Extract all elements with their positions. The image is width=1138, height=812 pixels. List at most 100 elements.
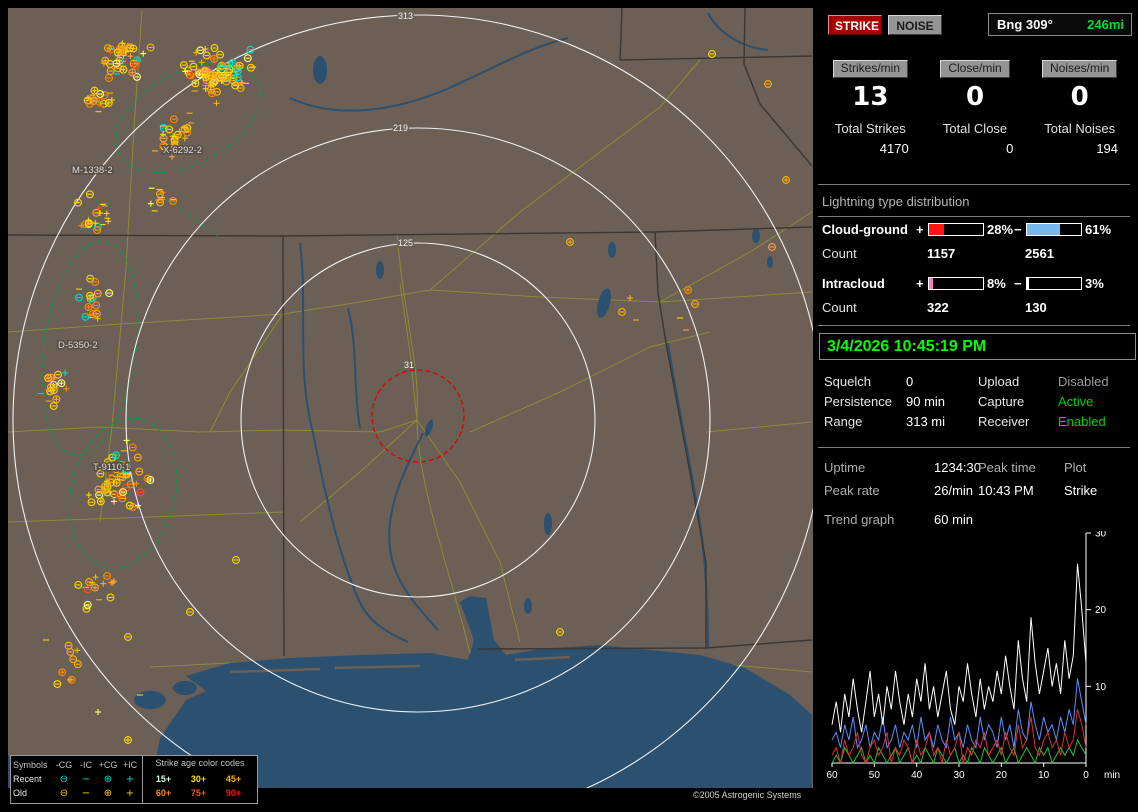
- bearing-label: Bng 309°: [997, 17, 1053, 32]
- noises-per-min-header: Noises/min: [1042, 60, 1118, 78]
- svg-text:20: 20: [996, 770, 1008, 781]
- noises-per-min-value: 0: [1070, 82, 1089, 112]
- svg-text:125: 125: [398, 238, 413, 248]
- ic-positive-count: 322: [927, 300, 949, 315]
- trend-chart: 10 20 30 60 50 40 30 20 10 0 min: [826, 531, 1120, 781]
- map-canvas: 313 219 125 31 X-6292-2 M-1338-2 D-5350-2 T-911…: [8, 8, 813, 788]
- total-noises-label: Total Noises: [1044, 121, 1116, 136]
- datetime-display: 3/4/2026 10:45:19 PM: [819, 333, 1136, 360]
- legend-type-ic-pos: +IC: [122, 760, 138, 770]
- close-per-min-value: 0: [965, 82, 985, 112]
- ic-positive-percent: 8%: [987, 276, 1006, 291]
- legend-age-section: Strike age color codes 15+ 30+ 45+ 60+ 75+ 9…: [143, 756, 257, 803]
- svg-text:M-1338-2: M-1338-2: [72, 165, 113, 176]
- legend-type-ic-neg: -IC: [80, 760, 92, 770]
- squelch-row: Squelch 0 Upload Disabled: [824, 374, 1138, 394]
- capture-label: Capture: [978, 394, 1025, 409]
- bearing-readout: Bng 309° 246mi: [988, 13, 1132, 36]
- cg-negative-bar: [1026, 223, 1082, 236]
- legend-symbols-header: Symbols: [13, 760, 48, 770]
- divider: [818, 216, 1130, 217]
- trend-series-intracloud: [831, 738, 1087, 765]
- svg-text:313: 313: [398, 11, 413, 21]
- svg-text:30: 30: [1095, 531, 1107, 540]
- svg-text:31: 31: [404, 360, 414, 370]
- cg-negative-percent: 61%: [1085, 222, 1112, 237]
- intracloud-label: Intracloud: [822, 276, 885, 291]
- strikes-per-min-value: 13: [852, 82, 889, 112]
- count-label: Count: [822, 246, 857, 261]
- peak-time-label: Peak time: [978, 460, 1036, 475]
- svg-text:10: 10: [1095, 682, 1107, 693]
- trend-graph-row: Trend graph 60 min: [824, 512, 1138, 532]
- total-close-label: Total Close: [942, 121, 1008, 136]
- minus-sign: −: [1014, 276, 1022, 291]
- setting-state: Disabled: [1058, 374, 1109, 389]
- svg-text:60: 60: [826, 770, 838, 781]
- svg-text:40: 40: [911, 770, 923, 781]
- copyright-text: ©2005 Astrogenic Systems: [693, 790, 802, 800]
- plot-value: Strike: [1064, 483, 1098, 498]
- svg-text:219: 219: [393, 123, 408, 133]
- uptime-value: 1234:30: [934, 460, 981, 475]
- strike-toggle-button[interactable]: STRIKE: [828, 15, 882, 35]
- noises-per-min-column: Noises/min 0 Total Noises 194: [1027, 60, 1132, 156]
- squelch-value: 0: [906, 374, 914, 389]
- nexstorm-window: { "window": { "credit": "©2005 Astrogeni…: [0, 0, 1138, 812]
- noise-toggle-button[interactable]: NOISE: [888, 15, 942, 35]
- legend-row-recent: Recent ⊖ − ⊕ +: [13, 773, 135, 785]
- range-row: Range 313 mi Receiver Enabled: [824, 414, 1138, 434]
- uptime-row: Uptime 1234:30 Peak time Plot: [824, 460, 1138, 480]
- strikes-per-min-header: Strikes/min: [832, 60, 908, 78]
- squelch-label: Squelch: [824, 374, 871, 389]
- cloud-ground-row: Cloud-ground + 28% − 61%: [822, 222, 1138, 238]
- svg-text:0: 0: [1083, 770, 1089, 781]
- ic-negative-count: 130: [1025, 300, 1047, 315]
- rate-columns: Strikes/min 13 Total Strikes 4170 Close/…: [818, 60, 1132, 156]
- legend-age-header: Strike age color codes: [155, 758, 245, 768]
- ic-positive-bar: [928, 277, 984, 290]
- svg-text:20: 20: [1095, 605, 1107, 616]
- persistence-value: 90 min: [906, 394, 946, 409]
- divider: [818, 325, 1130, 326]
- svg-text:30: 30: [953, 770, 965, 781]
- cloud-ground-count-row: Count 1157 2561: [822, 246, 1138, 262]
- bearing-distance: 246mi: [1087, 17, 1124, 32]
- cg-positive-count: 1157: [927, 246, 956, 261]
- svg-text:X-6292-2: X-6292-2: [163, 145, 202, 156]
- svg-text:10: 10: [1038, 770, 1050, 781]
- legend-symbols-section: Symbols -CG -IC +CG +IC Recent ⊖ − ⊕ + Old ⊖ −…: [11, 756, 143, 803]
- range-label: Range: [824, 414, 863, 429]
- svg-text:D-5350-2: D-5350-2: [58, 340, 98, 351]
- receiver-label: Receiver: [978, 414, 1030, 429]
- map-legend: Symbols -CG -IC +CG +IC Recent ⊖ − ⊕ + Old ⊖ −…: [10, 755, 258, 804]
- peak-rate-row: Peak rate 26/min 10:43 PM Strike: [824, 483, 1138, 503]
- svg-text:50: 50: [869, 770, 881, 781]
- ic-negative-percent: 3%: [1085, 276, 1104, 291]
- plus-bar-fill: [929, 224, 945, 235]
- peak-rate-label: Peak rate: [824, 483, 880, 498]
- legend-type-cg-neg: -CG: [55, 760, 73, 770]
- cloud-ground-label: Cloud-ground: [822, 222, 908, 237]
- total-noises-value: 194: [1096, 141, 1119, 156]
- lightning-map[interactable]: 313 219 125 31 X-6292-2 M-1338-2 D-5350-2 T-911…: [8, 8, 813, 788]
- svg-text:min: min: [1104, 770, 1120, 781]
- intracloud-row: Intracloud + 8% − 3%: [822, 276, 1138, 292]
- plus-sign: +: [916, 276, 924, 291]
- count-label: Count: [822, 300, 857, 315]
- divider: [818, 447, 1130, 448]
- total-strikes-label: Total Strikes: [834, 121, 906, 136]
- persistence-label: Persistence: [824, 394, 892, 409]
- strikes-per-min-column: Strikes/min 13 Total Strikes 4170: [818, 60, 923, 156]
- setting-state: Active: [1058, 394, 1094, 409]
- upload-label: Upload: [978, 374, 1020, 389]
- total-close-value: 0: [1006, 141, 1014, 156]
- total-strikes-value: 4170: [879, 141, 909, 156]
- plus-sign: +: [916, 222, 924, 237]
- range-value: 313 mi: [906, 414, 946, 429]
- close-per-min-header: Close/min: [940, 60, 1010, 78]
- trend-graph-label: Trend graph: [824, 512, 895, 527]
- plus-bar-fill: [929, 278, 934, 289]
- legend-row-old: Old ⊖ − ⊕ +: [13, 787, 135, 799]
- plot-label: Plot: [1064, 460, 1087, 475]
